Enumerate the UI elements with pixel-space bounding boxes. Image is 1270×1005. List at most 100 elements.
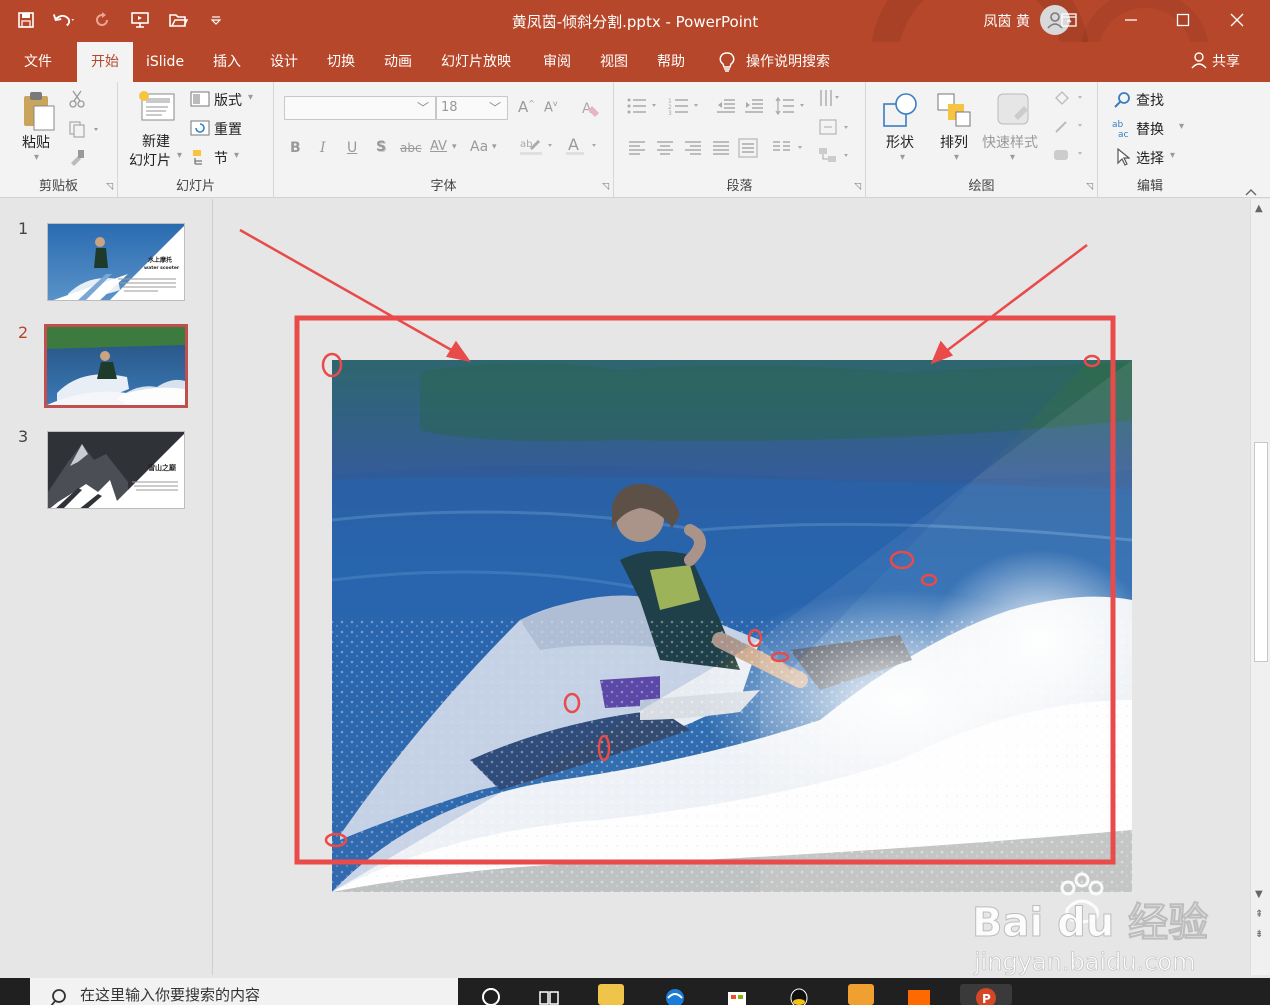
slide-thumbnail-2[interactable] bbox=[44, 324, 188, 408]
vertical-scrollbar[interactable]: ▲ ▼ ⇞ ⇟ bbox=[1250, 199, 1270, 975]
new-slide-label-2[interactable]: 幻灯片 bbox=[129, 150, 171, 170]
font-color-icon[interactable]: A bbox=[566, 135, 600, 160]
font-size-combo[interactable]: 18 ﹀ bbox=[436, 96, 508, 120]
slide-thumbnail-3[interactable]: 雪山之巅 bbox=[47, 431, 185, 509]
reset-button[interactable]: 重置 bbox=[214, 119, 242, 139]
layout-button[interactable]: 版式 bbox=[214, 90, 242, 110]
decrease-indent-icon[interactable] bbox=[716, 96, 736, 120]
section-icon[interactable] bbox=[192, 149, 210, 169]
scroll-up-icon[interactable]: ▲ bbox=[1255, 203, 1263, 214]
close-icon[interactable] bbox=[1214, 6, 1260, 34]
new-slide-icon[interactable] bbox=[138, 90, 178, 128]
shapes-icon[interactable] bbox=[880, 90, 920, 134]
arrange-button[interactable]: 排列 bbox=[940, 132, 968, 152]
section-button[interactable]: 节 bbox=[214, 148, 228, 168]
font-name-combo[interactable]: ﹀ bbox=[284, 96, 436, 120]
change-case-button[interactable]: Aa bbox=[470, 139, 488, 155]
arrange-icon[interactable] bbox=[934, 90, 974, 134]
file-explorer-icon[interactable] bbox=[598, 984, 624, 1005]
paste-button[interactable]: 粘贴 bbox=[22, 132, 50, 152]
paste-dropdown-icon[interactable]: ▾ bbox=[34, 152, 39, 163]
new-slide-label-1[interactable]: 新建 bbox=[142, 131, 170, 151]
font-name-dropdown-icon[interactable]: ﹀ bbox=[417, 97, 429, 119]
clear-formatting-icon[interactable]: A bbox=[580, 98, 602, 122]
italic-button[interactable]: I bbox=[320, 140, 326, 156]
quick-styles-button[interactable]: 快速样式 bbox=[982, 132, 1038, 152]
numbering-icon[interactable]: 123 bbox=[668, 96, 704, 120]
align-right-icon[interactable] bbox=[684, 140, 702, 160]
text-direction-icon[interactable] bbox=[818, 88, 852, 114]
tab-transitions[interactable]: 切换 bbox=[327, 42, 355, 82]
tab-slideshow[interactable]: 幻灯片放映 bbox=[441, 42, 511, 82]
align-center-icon[interactable] bbox=[656, 140, 674, 160]
clipboard-launcher-icon[interactable]: ◹ bbox=[106, 182, 113, 192]
format-painter-icon[interactable] bbox=[68, 148, 86, 170]
shadow-button[interactable]: S bbox=[376, 139, 386, 155]
layout-dropdown-icon[interactable]: ▾ bbox=[248, 92, 253, 103]
bold-button[interactable]: B bbox=[290, 140, 301, 156]
distributed-icon[interactable] bbox=[738, 138, 758, 162]
font-size-dropdown-icon[interactable]: ﹀ bbox=[489, 97, 501, 119]
replace-button[interactable]: 替换 bbox=[1136, 119, 1164, 139]
shapes-dropdown-icon[interactable]: ▾ bbox=[900, 152, 905, 163]
tab-home[interactable]: 开始 bbox=[77, 42, 133, 82]
align-left-icon[interactable] bbox=[628, 140, 646, 160]
select-button[interactable]: 选择 bbox=[1136, 148, 1164, 168]
strikethrough-button[interactable]: abc bbox=[400, 141, 422, 155]
app-icon[interactable] bbox=[848, 984, 874, 1005]
tab-file[interactable]: 文件 bbox=[24, 42, 52, 82]
section-dropdown-icon[interactable]: ▾ bbox=[234, 150, 239, 161]
line-spacing-icon[interactable] bbox=[774, 96, 808, 120]
character-spacing-dropdown-icon[interactable]: ▾ bbox=[452, 142, 457, 152]
user-name[interactable]: 凤茵 黄 bbox=[984, 11, 1030, 31]
taskbar-search-input[interactable]: 在这里输入你要搜索的内容 bbox=[30, 978, 458, 1005]
replace-icon[interactable]: ab ac bbox=[1112, 119, 1134, 143]
paragraph-launcher-icon[interactable]: ◹ bbox=[854, 182, 861, 192]
mi-icon[interactable] bbox=[906, 984, 932, 1005]
tab-design[interactable]: 设计 bbox=[270, 42, 298, 82]
tab-animations[interactable]: 动画 bbox=[384, 42, 412, 82]
character-spacing-button[interactable]: AV bbox=[430, 139, 447, 154]
increase-indent-icon[interactable] bbox=[744, 96, 764, 120]
tell-me-search[interactable]: 操作说明搜索 bbox=[718, 42, 830, 82]
change-case-dropdown-icon[interactable]: ▾ bbox=[492, 142, 497, 152]
share-button[interactable]: 共享 bbox=[1190, 42, 1240, 82]
layout-icon[interactable] bbox=[190, 91, 210, 111]
drawing-launcher-icon[interactable]: ◹ bbox=[1086, 182, 1093, 192]
task-view-icon[interactable] bbox=[536, 984, 562, 1005]
tab-insert[interactable]: 插入 bbox=[213, 42, 241, 82]
scrollbar-thumb[interactable] bbox=[1254, 442, 1268, 662]
shape-outline-icon[interactable] bbox=[1052, 118, 1086, 140]
next-slide-icon[interactable]: ⇟ bbox=[1255, 929, 1263, 940]
tab-review[interactable]: 审阅 bbox=[543, 42, 571, 82]
find-icon[interactable] bbox=[1114, 91, 1132, 113]
shapes-button[interactable]: 形状 bbox=[886, 132, 914, 152]
cut-icon[interactable] bbox=[68, 90, 86, 112]
qq-icon[interactable] bbox=[786, 984, 812, 1005]
select-icon[interactable] bbox=[1116, 147, 1131, 170]
slide-photo[interactable] bbox=[332, 360, 1150, 892]
shape-effects-icon[interactable] bbox=[1052, 146, 1086, 168]
previous-slide-icon[interactable]: ⇞ bbox=[1255, 909, 1263, 920]
tab-islide[interactable]: iSlide bbox=[146, 42, 184, 82]
increase-font-icon[interactable]: A^ bbox=[518, 98, 535, 116]
arrange-dropdown-icon[interactable]: ▾ bbox=[954, 152, 959, 163]
highlight-icon[interactable]: ab bbox=[520, 136, 554, 160]
justify-icon[interactable] bbox=[712, 140, 730, 160]
tab-view[interactable]: 视图 bbox=[600, 42, 628, 82]
quick-styles-icon[interactable] bbox=[994, 90, 1034, 134]
slide-thumbnail-1[interactable]: 水上摩托 water scooter bbox=[47, 223, 185, 301]
decrease-font-icon[interactable]: Av bbox=[544, 99, 558, 115]
copy-icon[interactable] bbox=[68, 120, 102, 142]
cortana-icon[interactable] bbox=[478, 984, 504, 1005]
font-launcher-icon[interactable]: ◹ bbox=[602, 182, 609, 192]
store-icon[interactable] bbox=[724, 984, 750, 1005]
columns-icon[interactable] bbox=[772, 140, 806, 160]
underline-button[interactable]: U bbox=[347, 140, 357, 156]
powerpoint-taskbar-icon[interactable]: P bbox=[960, 984, 1012, 1005]
minimize-icon[interactable] bbox=[1108, 6, 1154, 34]
ribbon-display-icon[interactable] bbox=[1046, 6, 1092, 34]
align-text-icon[interactable] bbox=[818, 118, 852, 142]
replace-dropdown-icon[interactable]: ▾ bbox=[1179, 121, 1184, 132]
quick-styles-dropdown-icon[interactable]: ▾ bbox=[1010, 152, 1015, 163]
